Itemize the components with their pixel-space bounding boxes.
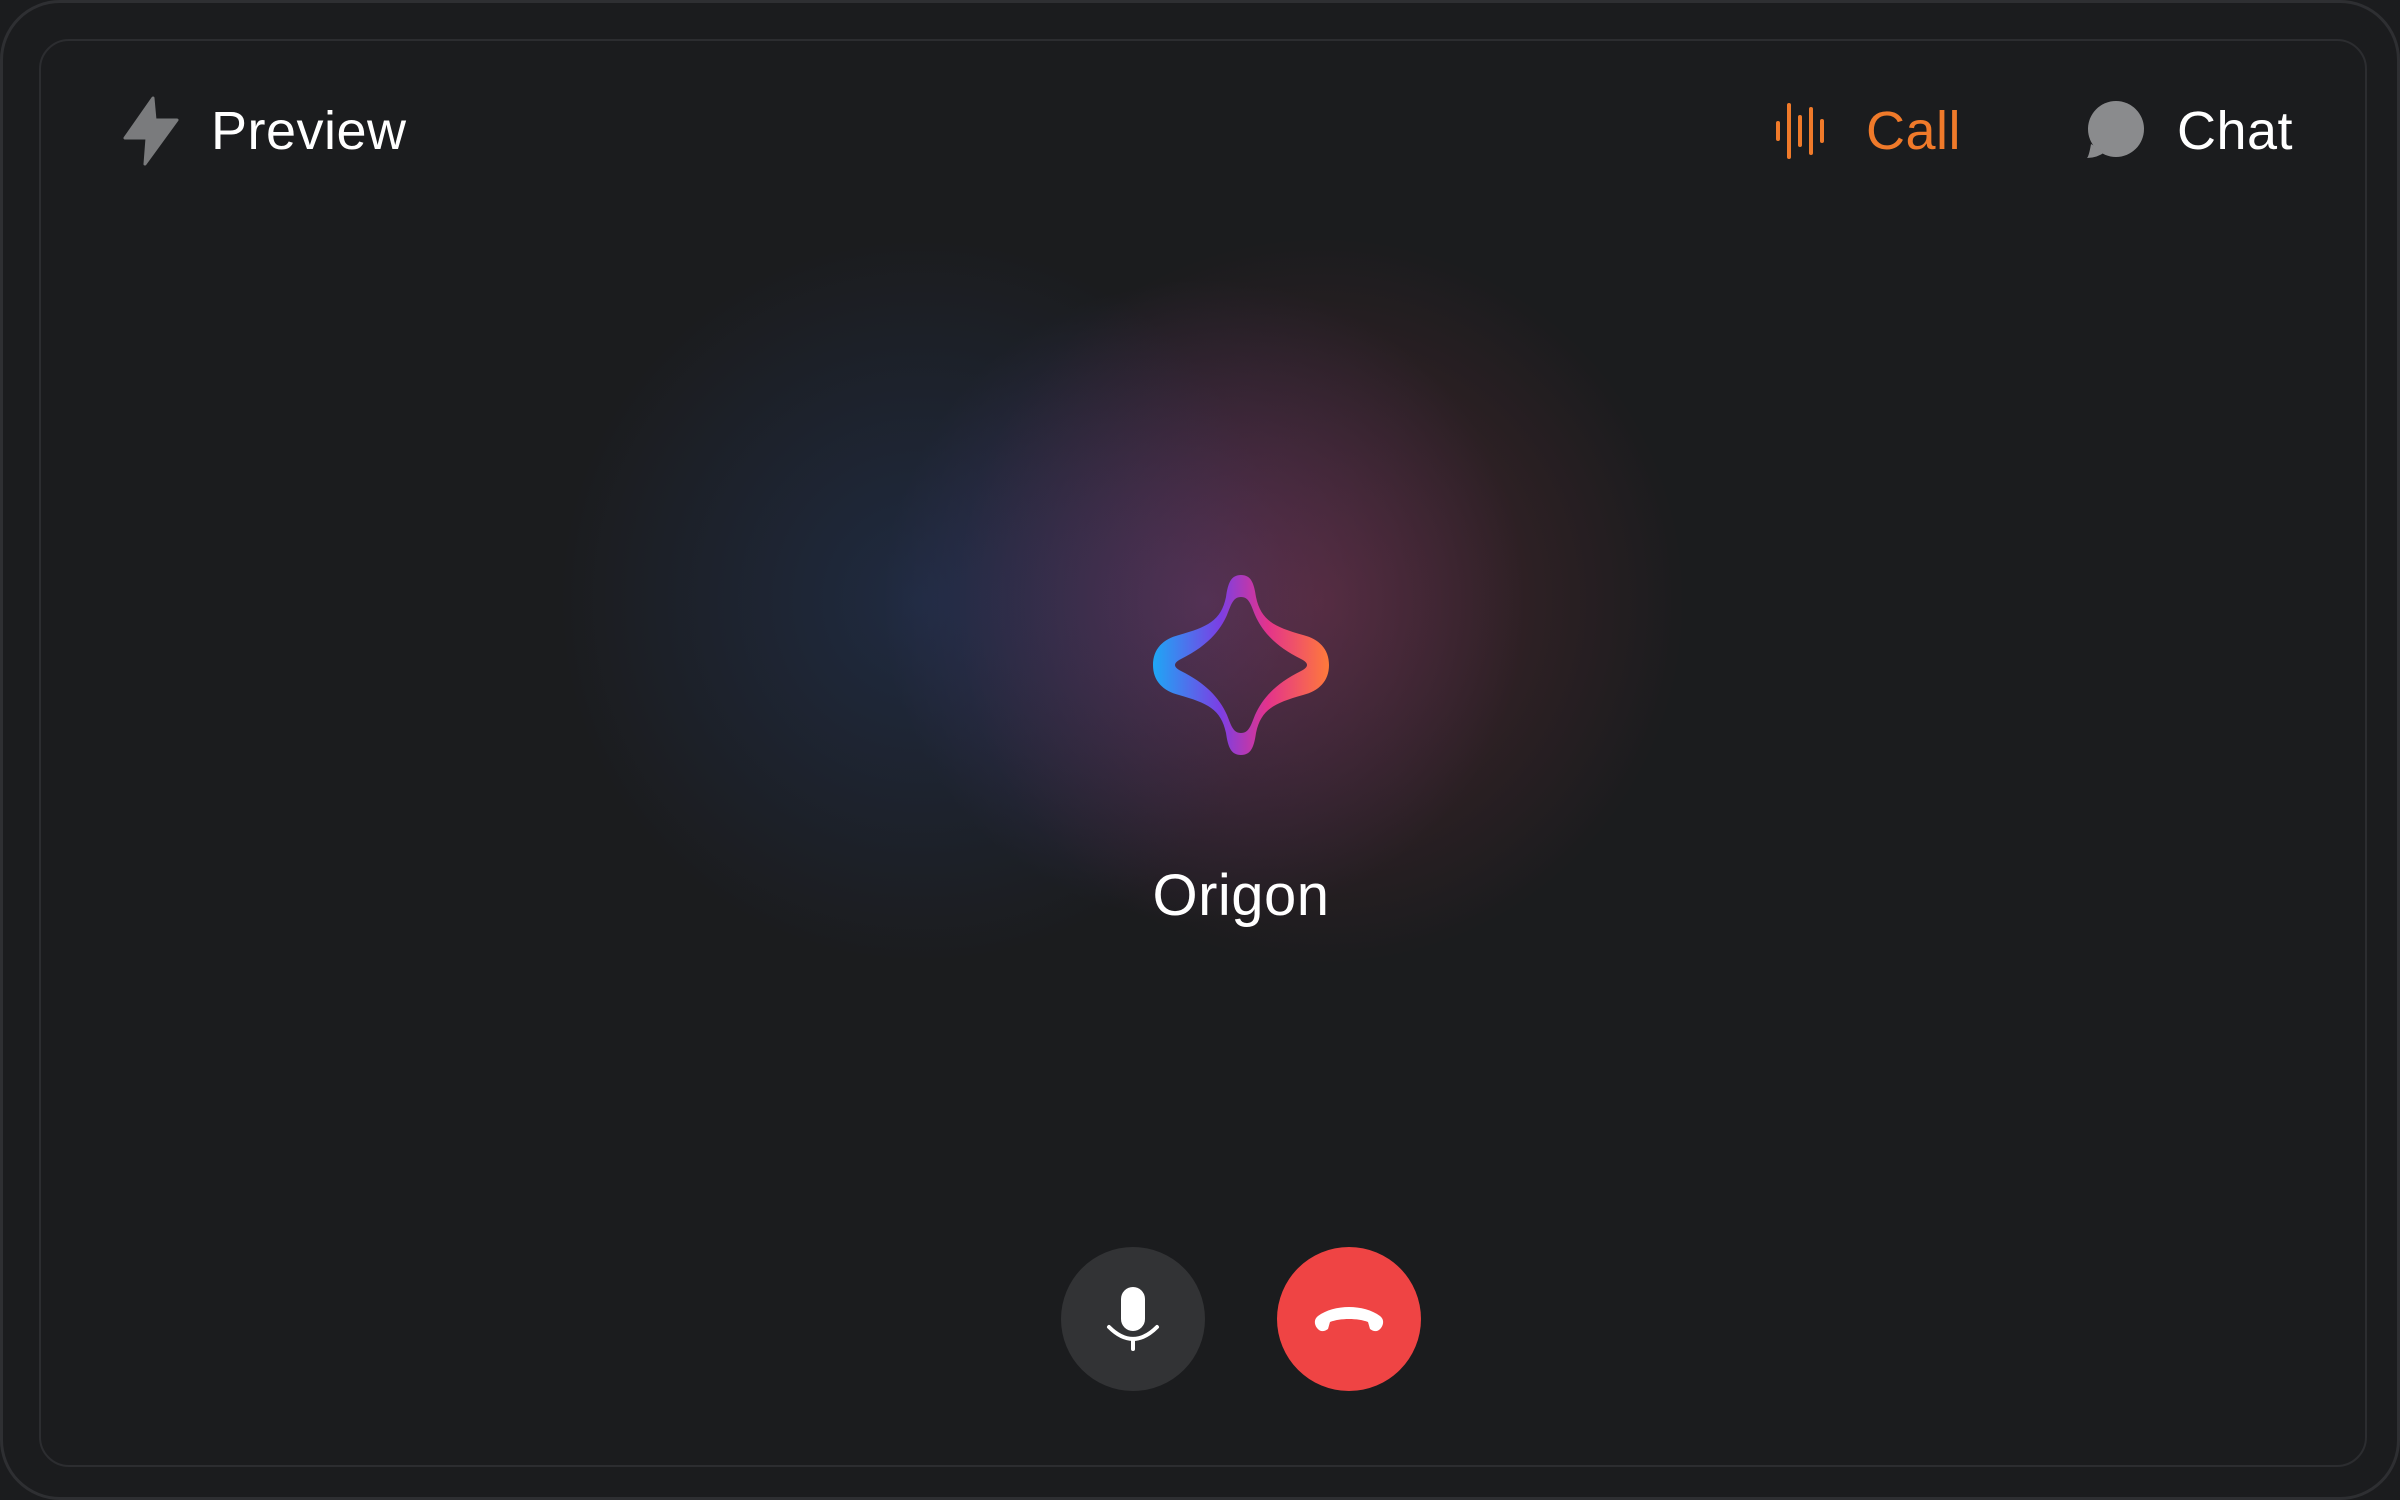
mute-microphone-button[interactable] — [1061, 1247, 1205, 1391]
app-window: Preview Call Chat Origon — [0, 0, 2400, 1500]
assistant-name: Origon — [1152, 863, 1330, 928]
call-screen: Preview Call Chat Origon — [39, 39, 2367, 1467]
preview-label: Preview — [211, 101, 407, 161]
tab-call[interactable]: Call — [1774, 96, 1961, 166]
audio-waveform-icon — [1776, 103, 1824, 159]
sparkle-star-logo — [1153, 575, 1329, 755]
hang-up-phone-icon — [1314, 1307, 1384, 1332]
preview-tab[interactable]: Preview — [121, 96, 407, 166]
microphone-icon — [1107, 1287, 1159, 1351]
tab-call-label: Call — [1866, 101, 1962, 161]
chat-bubble-icon — [2087, 101, 2144, 158]
tab-chat[interactable]: Chat — [2083, 96, 2293, 166]
hang-up-button[interactable] — [1277, 1247, 1421, 1391]
lightning-bolt-icon — [123, 96, 179, 166]
tab-chat-label: Chat — [2177, 101, 2294, 161]
